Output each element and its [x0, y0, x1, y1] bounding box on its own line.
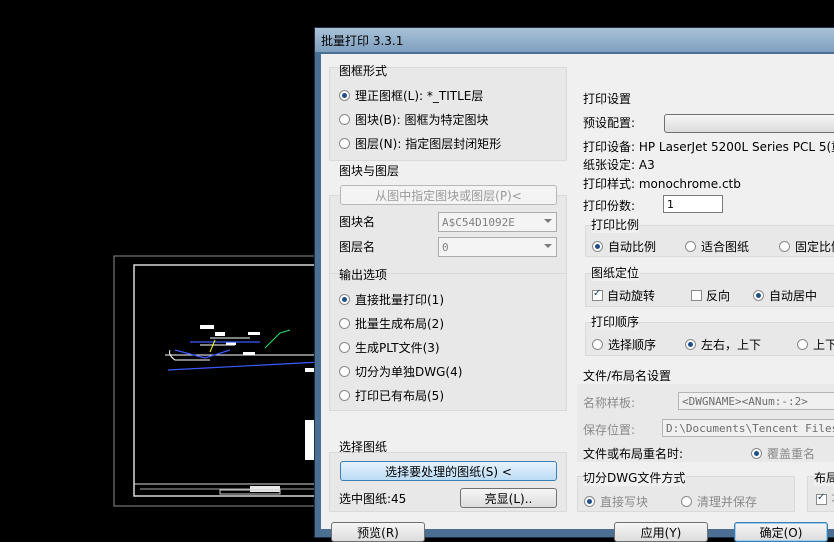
overwrite-radio[interactable]: 覆盖重名: [751, 444, 815, 462]
output-option-split-dwg[interactable]: 切分为单独DWG(4): [339, 362, 462, 380]
output-options-heading: 输出选项: [339, 268, 388, 282]
select-sheets-button[interactable]: 选择要处理的图纸(S) <: [340, 461, 557, 481]
selected-sheets-count: 选中图纸:45: [339, 492, 407, 506]
print-settings-heading: 打印设置: [583, 92, 632, 106]
dialog-title: 批量打印 3.3.1: [321, 34, 404, 48]
name-template-input[interactable]: <DWGNAME><ANum:-:2>: [678, 392, 834, 410]
batch-print-dialog: 批量打印 3.3.1 图框形式 理正图框(L): *_TITLE层 图块(B):…: [314, 27, 834, 542]
scale-option-fit[interactable]: 适合图纸: [685, 237, 749, 255]
radio-icon: [592, 338, 603, 350]
copies-input[interactable]: 1: [663, 195, 723, 213]
radio-icon: [753, 289, 764, 301]
positioning-heading: 图纸定位: [591, 264, 640, 281]
output-option-plt[interactable]: 生成PLT文件(3): [339, 338, 440, 356]
frame-style-option-block[interactable]: 图块(B): 图框为特定图块: [339, 110, 488, 128]
reverse-checkbox[interactable]: 反向: [691, 286, 730, 304]
radio-icon: [797, 338, 808, 350]
order-option-tb[interactable]: 上下: [797, 335, 834, 353]
layer-name-combo[interactable]: 0: [438, 237, 557, 257]
scale-option-fixed[interactable]: 固定比例: [779, 237, 834, 255]
radio-icon: [339, 137, 350, 149]
chevron-down-icon: [544, 244, 552, 248]
radio-icon: [779, 240, 790, 252]
apply-button[interactable]: 应用(Y): [614, 522, 708, 542]
paper-label: 纸张设定: A3: [583, 158, 655, 172]
print-style-label: 打印样式: monochrome.ctb: [583, 177, 741, 191]
radio-icon: [339, 341, 350, 353]
duplicate-name-label: 文件或布局重名时:: [583, 447, 684, 461]
preview-button[interactable]: 预览(R): [331, 522, 425, 542]
radio-icon: [584, 495, 595, 507]
chevron-down-icon: [544, 219, 552, 223]
name-template-label: 名称样板:: [583, 396, 636, 410]
order-option-lr-tb[interactable]: 左右，上下: [685, 335, 761, 353]
order-option-selection[interactable]: 选择顺序: [592, 335, 656, 353]
print-device-label: 打印设备: HP LaserJet 5200L Series PCL 5(重: [583, 140, 834, 154]
frame-style-option-title[interactable]: 理正图框(L): *_TITLE层: [339, 86, 483, 104]
frame-style-heading: 图框形式: [339, 64, 388, 78]
split-dwg-heading: 切分DWG文件方式: [583, 469, 686, 486]
checkbox-icon: [816, 492, 827, 505]
checkbox-icon: [691, 289, 702, 301]
dialog-titlebar[interactable]: 批量打印 3.3.1: [315, 28, 834, 52]
preset-combo[interactable]: [664, 114, 834, 133]
file-layout-heading: 文件/布局名设置: [583, 369, 672, 383]
ok-button[interactable]: 确定(O): [734, 522, 828, 542]
output-option-print[interactable]: 直接批量打印(1): [339, 290, 444, 308]
radio-icon: [685, 240, 696, 252]
auto-rotate-checkbox[interactable]: 自动旋转: [592, 286, 655, 304]
radio-icon: [592, 240, 603, 252]
output-option-layout[interactable]: 批量生成布局(2): [339, 314, 444, 332]
layout-checkbox[interactable]: 不: [816, 490, 834, 508]
output-option-existing-layout[interactable]: 打印已有布局(5): [339, 386, 444, 404]
radio-icon: [751, 447, 762, 459]
radio-icon: [339, 317, 350, 329]
select-sheets-heading: 选择图纸: [339, 440, 388, 454]
radio-icon: [339, 365, 350, 377]
copies-label: 打印份数:: [583, 199, 636, 213]
frame-style-option-layer[interactable]: 图层(N): 指定图层封闭矩形: [339, 134, 501, 152]
save-location-label: 保存位置:: [583, 423, 636, 437]
layer-name-label: 图层名: [339, 240, 376, 254]
print-scale-heading: 打印比例: [591, 216, 640, 233]
radio-icon: [339, 293, 350, 305]
highlight-button[interactable]: 亮显(L)..: [460, 488, 557, 508]
radio-icon: [339, 389, 350, 401]
radio-icon: [339, 113, 350, 125]
radio-icon: [685, 338, 696, 350]
block-layer-heading: 图块与图层: [339, 164, 400, 178]
auto-center-radio[interactable]: 自动居中: [753, 286, 817, 304]
block-name-combo[interactable]: A$C54D1092E: [438, 212, 557, 232]
checkbox-icon: [592, 288, 603, 301]
radio-icon: [339, 89, 350, 101]
preset-label: 预设配置:: [583, 116, 636, 130]
layout-heading: 布局: [814, 469, 834, 486]
scale-option-auto[interactable]: 自动比例: [592, 237, 656, 255]
pick-block-layer-button[interactable]: 从图中指定图块或图层(P)<: [340, 185, 557, 205]
split-option-clean-save[interactable]: 清理并保存: [681, 492, 757, 510]
print-order-heading: 打印顺序: [591, 313, 640, 330]
split-option-direct[interactable]: 直接写块: [584, 492, 648, 510]
dialog-client-area: 图框形式 理正图框(L): *_TITLE层 图块(B): 图框为特定图块 图层…: [321, 54, 834, 542]
block-name-label: 图块名: [339, 215, 376, 229]
radio-icon: [681, 495, 692, 507]
save-location-input[interactable]: D:\Documents\Tencent Files\5: [662, 419, 834, 437]
